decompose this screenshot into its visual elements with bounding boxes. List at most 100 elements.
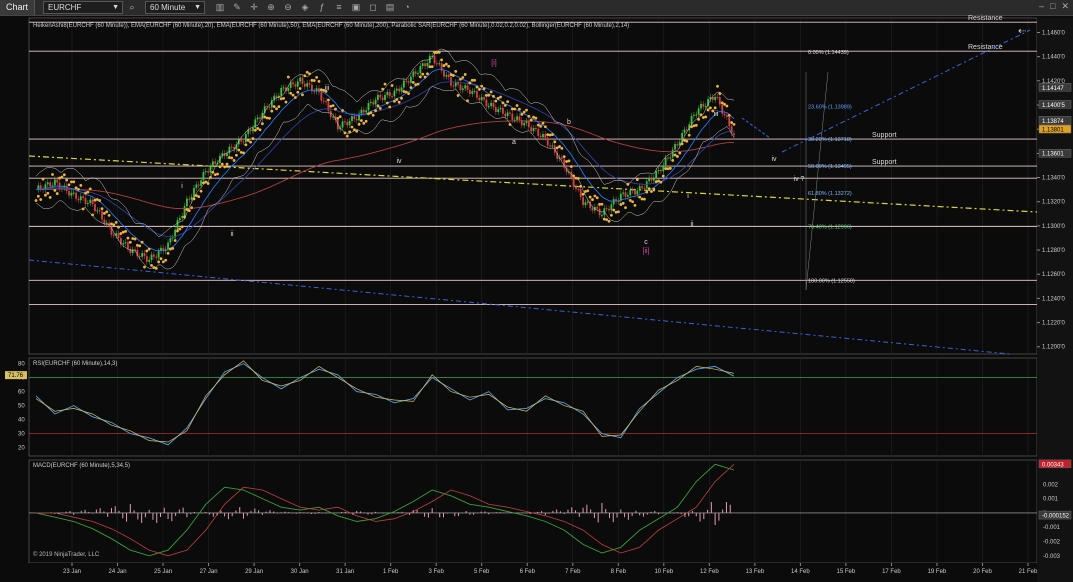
parabolic-sar-dot: [244, 143, 248, 147]
parabolic-sar-dot: [416, 82, 420, 86]
parabolic-sar-dot: [402, 90, 406, 93]
candle-body: [417, 73, 419, 75]
parabolic-sar-dot: [614, 210, 618, 214]
candle-body: [150, 254, 153, 261]
candle-body: [544, 134, 547, 138]
parabolic-sar-dot: [489, 90, 493, 94]
parabolic-sar-dot: [430, 65, 434, 69]
candle-body: [716, 96, 719, 98]
candle-body: [700, 103, 702, 109]
parabolic-sar-dot: [579, 184, 583, 188]
parabolic-sar-dot: [628, 199, 632, 202]
parabolic-sar-dot: [730, 121, 734, 124]
parabolic-sar-dot: [91, 213, 94, 217]
parabolic-sar-dot: [718, 92, 722, 96]
candle-body: [631, 189, 634, 191]
parabolic-sar-dot: [411, 81, 415, 84]
parabolic-sar-dot: [454, 69, 458, 73]
parabolic-sar-dot: [180, 225, 184, 229]
candle-body: [643, 188, 646, 190]
candle-body: [374, 99, 377, 105]
parabolic-sar-dot: [197, 195, 201, 199]
macd-title: MACD(EURCHF (60 Minute),5,34,5): [33, 463, 130, 469]
parabolic-sar-dot: [79, 183, 83, 187]
parabolic-sar-dot: [171, 246, 175, 250]
parabolic-sar-dot: [178, 227, 182, 231]
parabolic-sar-dot: [140, 240, 144, 244]
candle-body: [728, 116, 731, 127]
time-axis-label: 17 Feb: [882, 569, 901, 575]
parabolic-sar-dot: [558, 145, 561, 148]
parabolic-sar-dot: [727, 113, 731, 117]
parabolic-sar-dot: [492, 94, 495, 98]
parabolic-sar-dot: [404, 90, 408, 94]
candle-body: [197, 184, 200, 186]
parabolic-sar-dot: [199, 189, 203, 193]
parabolic-sar-dot: [145, 249, 149, 253]
parabolic-sar-dot: [237, 148, 241, 152]
candle-body: [127, 242, 129, 249]
candle-body: [53, 179, 56, 186]
parabolic-sar-dot: [666, 167, 670, 171]
parabolic-sar-dot: [480, 84, 484, 88]
parabolic-sar-dot: [282, 96, 286, 100]
parabolic-sar-dot: [588, 195, 592, 199]
candle-body: [551, 145, 554, 147]
price-marker-label: 1.14147: [1042, 86, 1064, 92]
parabolic-sar-dot: [331, 104, 335, 108]
parabolic-sar-dot: [407, 92, 410, 95]
parabolic-sar-dot: [133, 237, 137, 241]
wave-label: iv: [771, 156, 777, 163]
parabolic-sar-dot: [187, 209, 191, 212]
wave-label: iv ?: [794, 176, 805, 183]
candle-body: [193, 187, 195, 197]
time-axis-label: 13 Feb: [746, 569, 765, 575]
parabolic-sar-dot: [668, 166, 672, 170]
parabolic-sar-dot: [176, 229, 179, 233]
candle-body: [669, 157, 672, 159]
candle-body: [51, 185, 54, 187]
parabolic-sar-dot: [699, 113, 703, 117]
candle-body: [572, 177, 575, 187]
candle-body: [410, 76, 412, 83]
parabolic-sar-dot: [55, 192, 59, 195]
candle-body: [454, 82, 457, 87]
candle-body: [586, 201, 589, 203]
candle-body: [377, 94, 379, 100]
parabolic-sar-dot: [345, 134, 349, 138]
parabolic-sar-dot: [676, 155, 679, 158]
candle-body: [365, 110, 368, 113]
parabolic-sar-dot: [551, 133, 554, 136]
candle-body: [487, 106, 490, 108]
macd-value-label: -0.000152: [1042, 514, 1070, 520]
parabolic-sar-dot: [638, 195, 642, 199]
candle-body: [697, 108, 700, 115]
candle-body: [518, 116, 521, 121]
candle-body: [325, 101, 327, 103]
parabolic-sar-dot: [374, 109, 377, 113]
candle-body: [280, 87, 283, 96]
candle-body: [301, 77, 304, 84]
rsi-axis-label: 50: [18, 404, 25, 410]
parabolic-sar-dot: [286, 75, 290, 79]
time-axis-label: 7 Feb: [565, 569, 581, 575]
candle-body: [443, 70, 445, 77]
candle-body: [582, 197, 584, 206]
parabolic-sar-dot: [576, 177, 580, 180]
chart-canvas[interactable]: Resistance Resistance Support Support 0.00%…: [0, 0, 1073, 582]
candle-body: [332, 116, 335, 118]
parabolic-sar-dot: [421, 72, 425, 76]
candle-body: [664, 157, 667, 166]
parabolic-sar-dot: [442, 64, 446, 67]
candle-body: [145, 256, 148, 262]
parabolic-sar-dot: [388, 105, 392, 109]
time-axis-label: 10 Feb: [654, 569, 673, 575]
parabolic-sar-dot: [444, 62, 448, 66]
fib-level-label: 50.00% (1.13495): [808, 164, 852, 170]
panel-frame: [28, 17, 1038, 355]
candle-body: [560, 157, 563, 160]
parabolic-sar-dot: [327, 98, 330, 102]
parabolic-sar-dot: [515, 104, 519, 107]
parabolic-sar-dot: [289, 91, 293, 95]
candle-body: [299, 77, 302, 82]
